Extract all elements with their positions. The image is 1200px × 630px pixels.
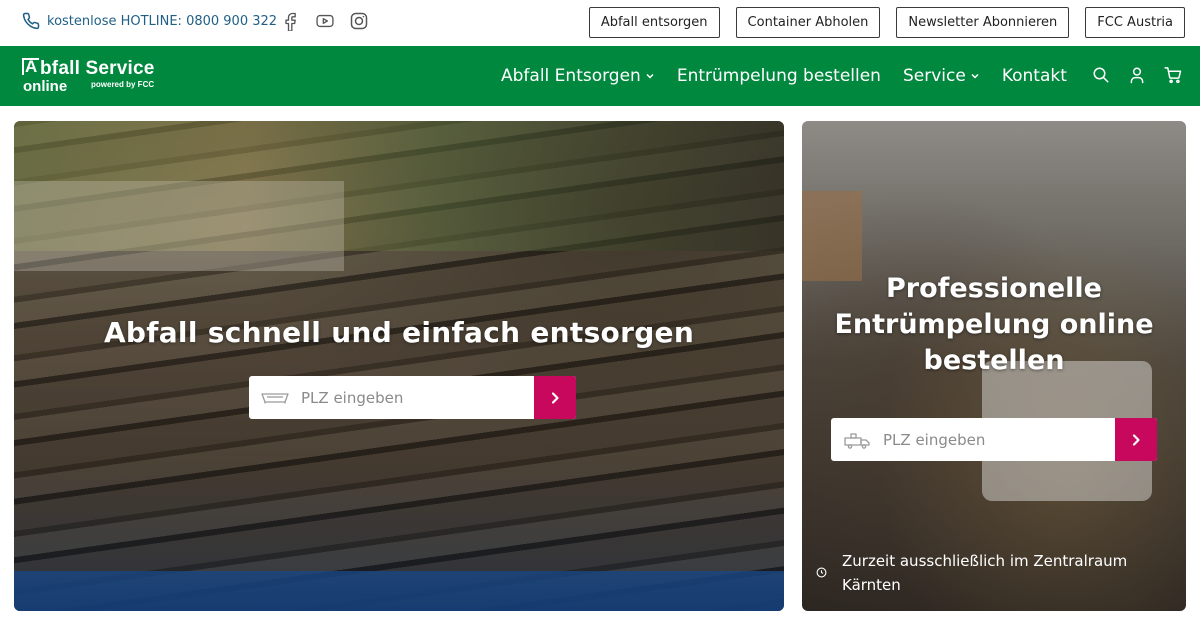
cart-icon[interactable] bbox=[1164, 66, 1182, 84]
chevron-down-icon bbox=[646, 73, 654, 79]
plz-input[interactable] bbox=[301, 388, 534, 407]
chevron-right-icon bbox=[551, 391, 559, 404]
plz-field bbox=[831, 418, 1115, 461]
nav-item-label: Kontakt bbox=[1001, 66, 1067, 86]
hero-background-wall bbox=[14, 181, 344, 271]
plz-submit-button[interactable] bbox=[1115, 418, 1157, 461]
hero-background-container bbox=[14, 571, 784, 611]
truck-icon bbox=[844, 432, 870, 449]
hero-entruempelung-title: Professionelle Entrümpelung online beste… bbox=[834, 273, 1154, 376]
logo-box-letter: A bbox=[25, 57, 38, 76]
top-buttons: Abfall entsorgen Container Abholen Newsl… bbox=[588, 7, 1185, 38]
plz-search-abfall bbox=[249, 376, 576, 419]
phone-icon bbox=[22, 12, 40, 30]
logo[interactable]: Abfall Service online powered by FCC bbox=[22, 57, 172, 96]
social-links bbox=[281, 11, 369, 31]
instagram-icon[interactable] bbox=[349, 11, 369, 31]
nav-item-kontakt[interactable]: Kontakt bbox=[1002, 66, 1067, 86]
search-icon[interactable] bbox=[1092, 66, 1110, 84]
main-nav: Abfall Service online powered by FCC Abf… bbox=[0, 46, 1200, 106]
nav-item-abfall-entsorgen[interactable]: Abfall Entsorgen bbox=[501, 66, 655, 86]
chevron-down-icon bbox=[971, 73, 979, 79]
logo-powered-by: powered by FCC bbox=[91, 80, 155, 89]
nav-item-label: Abfall Entsorgen bbox=[501, 66, 641, 86]
hero-background-boxes bbox=[802, 191, 862, 281]
facebook-icon[interactable] bbox=[281, 11, 301, 31]
logo-line1: Abfall Service bbox=[22, 57, 155, 79]
hotline-text: kostenlose HOTLINE: 0800 900 322 bbox=[47, 13, 278, 29]
hero-abfall: Abfall schnell und einfach entsorgen bbox=[14, 121, 784, 611]
nav-item-service[interactable]: Service bbox=[903, 66, 980, 86]
top-bar: kostenlose HOTLINE: 0800 900 322 Abfall … bbox=[0, 0, 1200, 46]
chevron-right-icon bbox=[1132, 433, 1140, 446]
newsletter-button[interactable]: Newsletter Abonnieren bbox=[896, 7, 1070, 38]
plz-field bbox=[249, 376, 534, 419]
region-notice: Zurzeit ausschließlich im Zentralraum Kä… bbox=[816, 549, 1156, 597]
youtube-icon[interactable] bbox=[315, 11, 335, 31]
nav-item-entruempelung[interactable]: Entrümpelung bestellen bbox=[677, 66, 881, 86]
hero-entruempelung: Professionelle Entrümpelung online beste… bbox=[802, 121, 1186, 611]
hotline-link[interactable]: kostenlose HOTLINE: 0800 900 322 bbox=[22, 12, 277, 30]
fcc-austria-button[interactable]: FCC Austria bbox=[1085, 7, 1185, 38]
logo-line2: online bbox=[23, 78, 68, 95]
abfall-entsorgen-button[interactable]: Abfall entsorgen bbox=[588, 7, 720, 38]
logo-box-a: A bbox=[22, 57, 39, 76]
nav-item-label: Service bbox=[902, 66, 966, 86]
hero-abfall-title: Abfall schnell und einfach entsorgen bbox=[103, 316, 695, 349]
logo-line1-text: bfall Service bbox=[40, 58, 155, 79]
nav-item-label: Entrümpelung bestellen bbox=[676, 66, 881, 86]
container-abholen-button[interactable]: Container Abholen bbox=[735, 7, 881, 38]
plz-search-entruempelung bbox=[831, 418, 1157, 461]
plz-input[interactable] bbox=[883, 430, 1115, 449]
container-icon bbox=[261, 392, 289, 403]
nav-menu: Abfall Entsorgen Entrümpelung bestellen … bbox=[501, 46, 1067, 106]
user-icon[interactable] bbox=[1128, 66, 1146, 84]
clock-icon bbox=[816, 567, 827, 578]
region-notice-text: Zurzeit ausschließlich im Zentralraum Kä… bbox=[842, 552, 1128, 594]
plz-submit-button[interactable] bbox=[534, 376, 576, 419]
nav-icons bbox=[1092, 66, 1182, 84]
